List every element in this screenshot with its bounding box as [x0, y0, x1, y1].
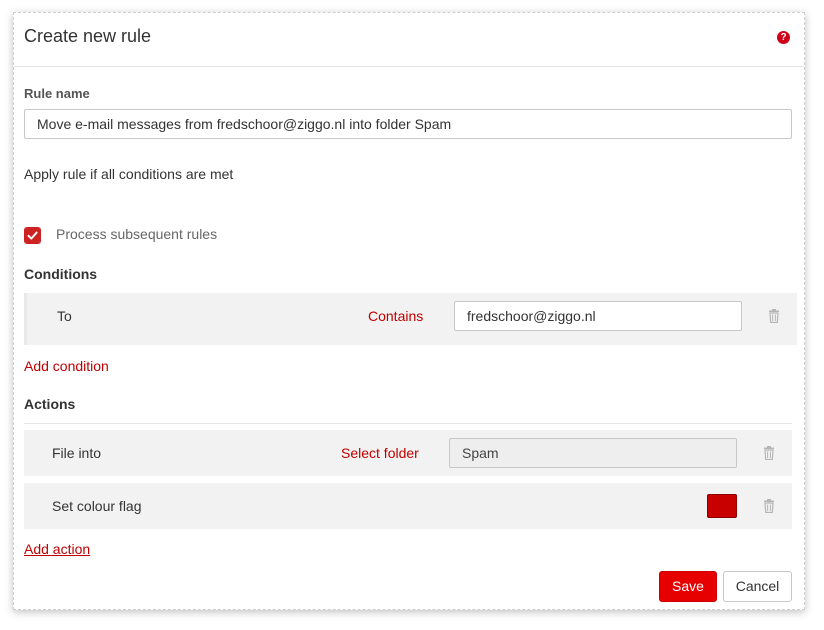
action-row-colour-flag: Set colour flag: [24, 483, 792, 529]
process-subsequent-checkbox[interactable]: [24, 227, 41, 244]
save-button[interactable]: Save: [659, 571, 717, 602]
trash-icon[interactable]: [763, 499, 775, 513]
condition-field: To: [57, 308, 72, 324]
actions-title: Actions: [24, 396, 76, 412]
action-label-file-into: File into: [52, 445, 102, 461]
colour-flag-swatch[interactable]: [707, 494, 737, 518]
condition-operator-link[interactable]: Contains: [368, 308, 423, 324]
add-action-link[interactable]: Add action: [24, 541, 90, 557]
conditions-title: Conditions: [24, 266, 98, 282]
checkmark-icon: [25, 228, 40, 243]
action-label-colour-flag: Set colour flag: [52, 498, 142, 514]
trash-icon[interactable]: [763, 446, 775, 460]
trash-icon[interactable]: [768, 309, 780, 323]
condition-value-input[interactable]: [454, 301, 742, 331]
create-rule-dialog: Create new rule ? Rule name Apply rule i…: [13, 12, 805, 610]
dialog-header: Create new rule ?: [14, 13, 804, 67]
folder-value-input[interactable]: [449, 438, 737, 468]
apply-rule-text: Apply rule if all conditions are met: [24, 166, 234, 182]
help-icon[interactable]: ?: [777, 31, 790, 44]
rule-name-input[interactable]: [24, 109, 792, 139]
actions-divider: [24, 423, 792, 424]
select-folder-link[interactable]: Select folder: [341, 445, 419, 461]
process-subsequent-label: Process subsequent rules: [56, 226, 218, 242]
action-row-file-into: File into Select folder: [24, 430, 792, 476]
condition-row: To Contains: [24, 293, 797, 345]
rule-name-label: Rule name: [24, 86, 90, 101]
add-condition-link[interactable]: Add condition: [24, 358, 109, 374]
dialog-title: Create new rule: [24, 26, 152, 46]
cancel-button[interactable]: Cancel: [723, 571, 792, 602]
